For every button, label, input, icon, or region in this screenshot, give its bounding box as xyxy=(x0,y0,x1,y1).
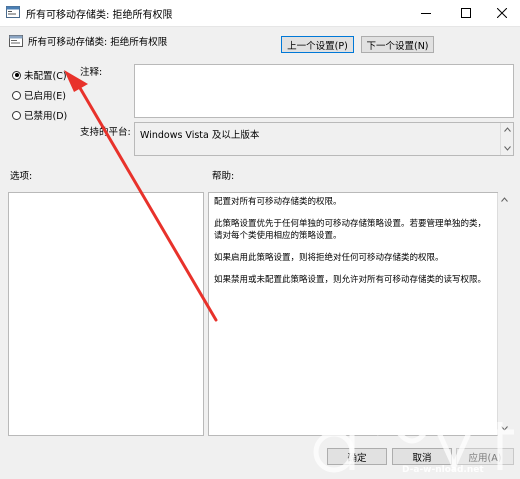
next-setting-button[interactable]: 下一个设置(N) xyxy=(361,36,434,53)
options-panel xyxy=(8,192,204,436)
supported-platform-value: Windows Vista 及以上版本 xyxy=(140,130,260,141)
help-paragraph: 如果启用此策略设置，则将拒绝对任何可移动存储类的权限。 xyxy=(214,253,444,263)
supported-platform-box: Windows Vista 及以上版本 xyxy=(134,122,514,156)
minimize-button[interactable] xyxy=(410,0,442,26)
policy-title: 所有可移动存储类: 拒绝所有权限 xyxy=(28,37,168,48)
radio-disabled[interactable]: 已禁用(D) xyxy=(12,108,67,122)
maximize-button[interactable] xyxy=(450,0,482,26)
help-panel: 配置对所有可移动存储类的权限。 此策略设置优先于任何单独的可移动存储策略设置。若… xyxy=(208,192,498,436)
help-paragraph: 配置对所有可移动存储类的权限。 xyxy=(214,197,342,207)
help-scrollbar[interactable] xyxy=(497,193,511,435)
radio-enabled[interactable]: 已启用(E) xyxy=(12,88,66,102)
radio-checked-icon[interactable] xyxy=(12,70,21,80)
radio-not-configured[interactable]: 未配置(C) xyxy=(12,68,67,82)
ok-button[interactable]: 确定 xyxy=(327,448,387,465)
apply-button[interactable]: 应用(A) xyxy=(456,448,514,465)
supported-platform-label: 支持的平台: xyxy=(80,127,131,138)
watermark-text: D-a-w-nload.net xyxy=(402,465,484,475)
previous-setting-button[interactable]: 上一个设置(P) xyxy=(281,36,354,53)
help-paragraph: 如果禁用或未配置此策略设置，则允许对所有可移动存储类的读写权限。 xyxy=(214,275,487,285)
scroll-up-icon[interactable] xyxy=(504,127,511,132)
title-bar[interactable]: 所有可移动存储类: 拒绝所有权限 xyxy=(0,0,520,27)
options-label: 选项: xyxy=(10,171,33,182)
comment-textarea[interactable] xyxy=(134,64,514,118)
policy-setting-icon xyxy=(9,35,23,47)
radio-unchecked-icon[interactable] xyxy=(12,110,21,120)
minimize-icon xyxy=(421,13,431,14)
radio-label-enabled: 已启用(E) xyxy=(24,91,66,102)
comment-label: 注释: xyxy=(80,67,103,78)
policy-dialog-window: 所有可移动存储类: 拒绝所有权限 所有可移动存储类: 拒绝所有权限 上一个设置(… xyxy=(0,0,520,479)
scroll-down-icon[interactable] xyxy=(501,426,508,431)
radio-label-disabled: 已禁用(D) xyxy=(24,111,68,122)
platform-scrollbar[interactable] xyxy=(500,123,513,155)
help-label: 帮助: xyxy=(212,171,235,182)
scroll-up-icon[interactable] xyxy=(501,197,508,202)
scroll-down-icon[interactable] xyxy=(504,146,511,151)
close-button[interactable] xyxy=(486,0,518,26)
close-icon xyxy=(497,8,507,18)
window-title: 所有可移动存储类: 拒绝所有权限 xyxy=(26,10,173,21)
radio-unchecked-icon[interactable] xyxy=(12,90,21,100)
cancel-button[interactable]: 取消 xyxy=(392,448,452,465)
help-paragraph: 此策略设置优先于任何单独的可移动存储策略设置。若要管理单独的类，请对每个类使用相… xyxy=(214,219,487,241)
radio-label-not-configured: 未配置(C) xyxy=(24,71,67,82)
policy-app-icon xyxy=(6,6,20,18)
maximize-icon xyxy=(461,8,471,18)
